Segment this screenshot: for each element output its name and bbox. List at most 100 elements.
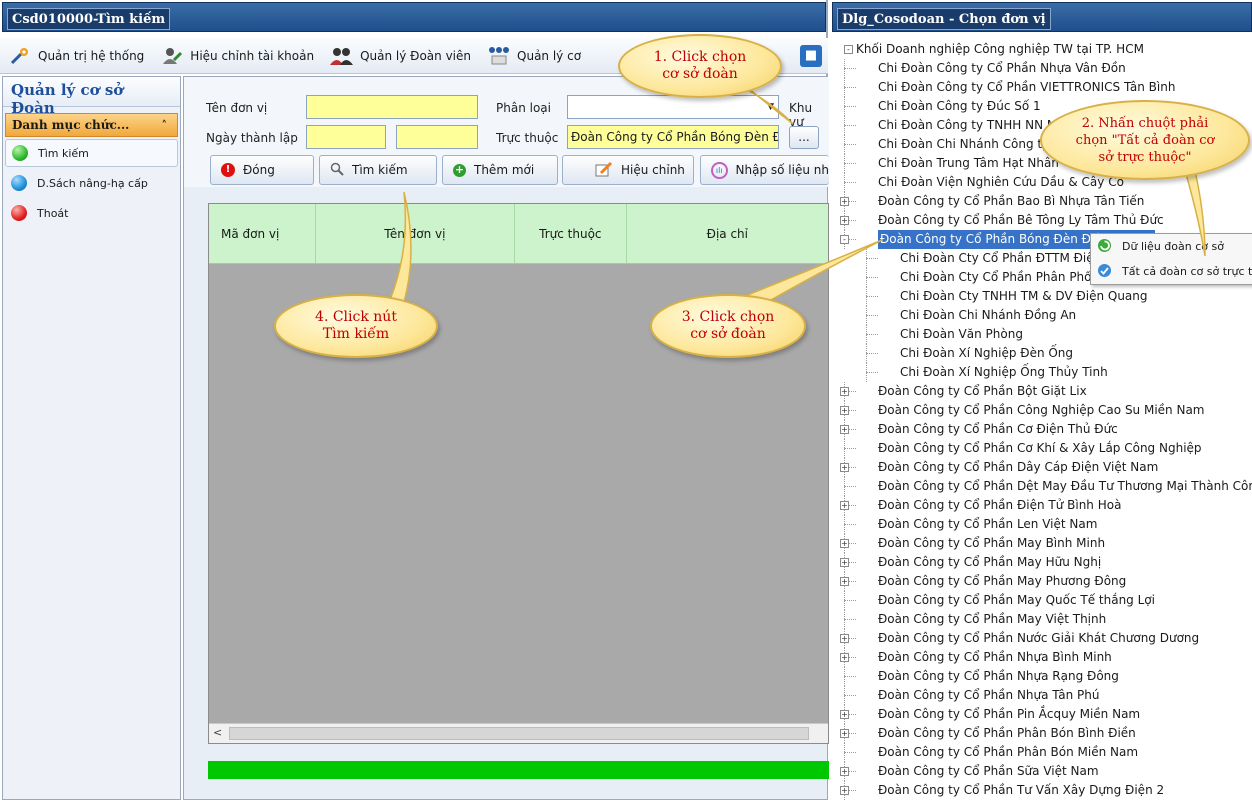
search-button[interactable]: Tìm kiếm bbox=[319, 155, 437, 185]
sidebar-item-promotion-list[interactable]: D.Sách nâng-hạ cấp bbox=[5, 169, 178, 197]
founded-to-input[interactable] bbox=[396, 125, 478, 149]
callout-step-3: 3. Click chọn cơ sở đoàn bbox=[650, 294, 806, 358]
tree-node[interactable]: Đoàn Công ty Cổ Phần Cơ Khí & Xây Lắp Cô… bbox=[832, 439, 1252, 458]
tree-node[interactable]: + Đoàn Công ty Cổ Phần Pin Ắcquy Miền Nam bbox=[832, 705, 1252, 724]
results-grid[interactable]: Mã đơn vị Tên đơn vị Trực thuộc Địa chỉ … bbox=[208, 203, 829, 744]
expand-node-icon[interactable]: + bbox=[840, 501, 849, 510]
close-button[interactable]: ! Đóng bbox=[210, 155, 314, 185]
horizontal-scrollbar[interactable]: < bbox=[209, 723, 828, 743]
account-badge-icon[interactable]: ■ bbox=[800, 45, 822, 67]
toolbar-members-button[interactable]: Quản lý Đoàn viên bbox=[322, 41, 479, 71]
callout-text: chọn "Tất cả đoàn cơ bbox=[1075, 132, 1215, 148]
expand-node-icon[interactable]: + bbox=[840, 653, 849, 662]
tree-connector bbox=[844, 591, 845, 610]
expand-node-icon[interactable]: + bbox=[840, 539, 849, 548]
tree-node[interactable]: + Đoàn Công ty Cổ Phần Nhựa Bình Minh bbox=[832, 648, 1252, 667]
tree-node[interactable]: Chi Đoàn Công ty Cổ Phần Nhựa Vân Đồn bbox=[832, 59, 1252, 78]
column-header-unit-name[interactable]: Tên đơn vị bbox=[316, 204, 516, 263]
tree-node[interactable]: + Đoàn Công ty Cổ Phần Nước Giải Khát Chư… bbox=[832, 629, 1252, 648]
edit-button[interactable]: Hiệu chỉnh bbox=[562, 155, 694, 185]
members-icon bbox=[330, 45, 354, 67]
expand-node-icon[interactable]: + bbox=[840, 216, 849, 225]
tree-node[interactable]: Đoàn Công ty Cổ Phần Dệt May Đầu Tư Thươ… bbox=[832, 477, 1252, 496]
tree-node[interactable]: Chi Đoàn Xí Nghiệp Ống Thủy Tinh bbox=[832, 363, 1252, 382]
category-select[interactable]: ▼ bbox=[567, 95, 779, 119]
tree-node[interactable]: + Đoàn Công ty Cổ Phần May Phương Đông bbox=[832, 572, 1252, 591]
collapse-chevron-icon[interactable]: ˄ bbox=[162, 119, 168, 132]
chart-icon: ılı bbox=[711, 161, 728, 179]
tree-node[interactable]: + Đoàn Công ty Cổ Phần Bê Tông Ly Tâm Thủ… bbox=[832, 211, 1252, 230]
tree-node[interactable]: Đoàn Công ty Cổ Phần Phân Bón Miền Nam bbox=[832, 743, 1252, 762]
tree-node-label: Đoàn Công ty Cổ Phần May Hữu Nghị bbox=[878, 555, 1102, 569]
toolbar-admin-button[interactable]: Quản trị hệ thống bbox=[0, 41, 152, 71]
dropdown-arrow-icon[interactable]: ▼ bbox=[767, 96, 774, 118]
unit-name-input[interactable] bbox=[306, 95, 478, 119]
expand-node-icon[interactable]: + bbox=[840, 387, 849, 396]
collapse-node-icon[interactable]: - bbox=[840, 235, 849, 244]
tree-node[interactable]: + Đoàn Công ty Cổ Phần Dây Cáp Điện Việt … bbox=[832, 458, 1252, 477]
context-menu-item-base-data[interactable]: Dữ liệu đoàn cơ sở bbox=[1091, 234, 1252, 259]
sidebar-item-label: Tìm kiếm bbox=[38, 146, 89, 160]
column-header-parent[interactable]: Trực thuộc bbox=[515, 204, 627, 263]
tree-node[interactable]: Đoàn Công ty Cổ Phần Len Việt Nam bbox=[832, 515, 1252, 534]
parent-unit-input[interactable]: Đoàn Công ty Cổ Phần Bóng Đèn Đ bbox=[567, 125, 779, 149]
scrollbar-thumb[interactable] bbox=[229, 727, 809, 740]
tree-node[interactable]: + Đoàn Công ty Cổ Phần Phân Bón Bình Điền bbox=[832, 724, 1252, 743]
expand-node-icon[interactable]: + bbox=[840, 425, 849, 434]
expand-node-icon[interactable]: + bbox=[840, 577, 849, 586]
tree-node-label: Đoàn Công ty Cổ Phần Dây Cáp Điện Việt N… bbox=[878, 460, 1159, 474]
tree-node[interactable]: + Đoàn Công ty Cổ Phần Bột Giặt Lix bbox=[832, 382, 1252, 401]
toolbar-account-button[interactable]: Hiệu chỉnh tài khoản bbox=[152, 41, 322, 71]
callout-text: 1. Click chọn bbox=[653, 49, 747, 65]
browse-parent-button[interactable]: ... bbox=[789, 126, 819, 149]
expand-node-icon[interactable]: + bbox=[840, 767, 849, 776]
tree-node[interactable]: + Đoàn Công ty Cổ Phần May Bình Minh bbox=[832, 534, 1252, 553]
tree-node[interactable]: + Đoàn Công ty Cổ Phần Bao Bì Nhựa Tân Ti… bbox=[832, 192, 1252, 211]
tree-node[interactable]: + Đoàn Công ty Cổ Phần Công Nghiệp Cao Su… bbox=[832, 401, 1252, 420]
check-circle-icon bbox=[1097, 263, 1112, 281]
tree-node[interactable]: + Đoàn Công ty Cổ Phần Điện Tử Bình Hoà bbox=[832, 496, 1252, 515]
tree-node-label: Đoàn Công ty Cổ Phần Cơ Điện Thủ Đức bbox=[878, 422, 1118, 436]
expand-node-icon[interactable]: + bbox=[840, 634, 849, 643]
tree-node[interactable]: + Đoàn Công ty Cổ Phần May Hữu Nghị bbox=[832, 553, 1252, 572]
tree-connector bbox=[866, 372, 878, 373]
tree-node[interactable]: Chi Đoàn Công ty Cổ Phần VIETTRONICS Tân… bbox=[832, 78, 1252, 97]
tree-node[interactable]: + Đoàn Công ty Cổ Phần Cơ Điện Thủ Đức bbox=[832, 420, 1252, 439]
expand-node-icon[interactable]: + bbox=[840, 463, 849, 472]
toolbar-org-button[interactable]: Quản lý cơ bbox=[479, 41, 589, 71]
column-header-unit-code[interactable]: Mã đơn vị bbox=[209, 204, 316, 263]
expand-node-icon[interactable]: + bbox=[840, 197, 849, 206]
sidebar-item-exit[interactable]: Thoát bbox=[5, 199, 178, 227]
founded-from-input[interactable] bbox=[306, 125, 386, 149]
tree-connector bbox=[844, 116, 845, 135]
tree-node[interactable]: + Đoàn Công ty Cổ Phần Sữa Việt Nam bbox=[832, 762, 1252, 781]
tree-node-label: Đoàn Công ty Cổ Phần Điện Tử Bình Hoà bbox=[878, 498, 1122, 512]
tree-node[interactable]: Chi Đoàn Văn Phòng bbox=[832, 325, 1252, 344]
tree-node-label: Đoàn Công ty Cổ Phần May Quốc Tế thắng L… bbox=[878, 593, 1155, 607]
add-new-button[interactable]: + Thêm mới bbox=[442, 155, 558, 185]
tree-node[interactable]: Đoàn Công ty Cổ Phần Nhựa Tân Phú bbox=[832, 686, 1252, 705]
plus-circle-icon: + bbox=[453, 162, 466, 177]
tree-node[interactable]: - Khối Doanh nghiệp Công nghiệp TW tại TP… bbox=[832, 40, 1252, 59]
column-header-address[interactable]: Địa chỉ bbox=[627, 204, 828, 263]
tree-node[interactable]: + Đoàn Công ty Cổ Phần Tư Vấn Xây Dựng Đi… bbox=[832, 781, 1252, 800]
tree-node[interactable]: Đoàn Công ty Cổ Phần Nhựa Rạng Đông bbox=[832, 667, 1252, 686]
collapse-node-icon[interactable]: - bbox=[844, 45, 853, 54]
expand-node-icon[interactable]: + bbox=[840, 710, 849, 719]
select-unit-dialog-titlebar[interactable]: Dlg_Cosodoan - Chọn đơn vị bbox=[832, 2, 1252, 32]
expand-node-icon[interactable]: + bbox=[840, 558, 849, 567]
tree-node[interactable]: Đoàn Công ty Cổ Phần May Quốc Tế thắng L… bbox=[832, 591, 1252, 610]
tree-node[interactable]: Chi Đoàn Chi Nhánh Đồng An bbox=[832, 306, 1252, 325]
import-data-button[interactable]: ılı Nhập số liệu nh bbox=[700, 155, 829, 185]
expand-node-icon[interactable]: + bbox=[840, 786, 849, 795]
sidebar-item-search[interactable]: Tìm kiếm bbox=[5, 139, 178, 167]
tree-connector bbox=[866, 344, 867, 363]
tree-node[interactable]: Đoàn Công ty Cổ Phần May Việt Thịnh bbox=[832, 610, 1252, 629]
tree-node[interactable]: Chi Đoàn Cty TNHH TM & DV Điện Quang bbox=[832, 287, 1252, 306]
scroll-left-icon[interactable]: < bbox=[213, 726, 222, 739]
tree-node[interactable]: Chi Đoàn Xí Nghiệp Đèn Ống bbox=[832, 344, 1252, 363]
expand-node-icon[interactable]: + bbox=[840, 406, 849, 415]
context-menu-item-all-subunits[interactable]: Tất cả đoàn cơ sở trực t bbox=[1091, 259, 1252, 284]
expand-node-icon[interactable]: + bbox=[840, 729, 849, 738]
search-window-titlebar[interactable]: Csd010000-Tìm kiếm bbox=[2, 2, 826, 32]
